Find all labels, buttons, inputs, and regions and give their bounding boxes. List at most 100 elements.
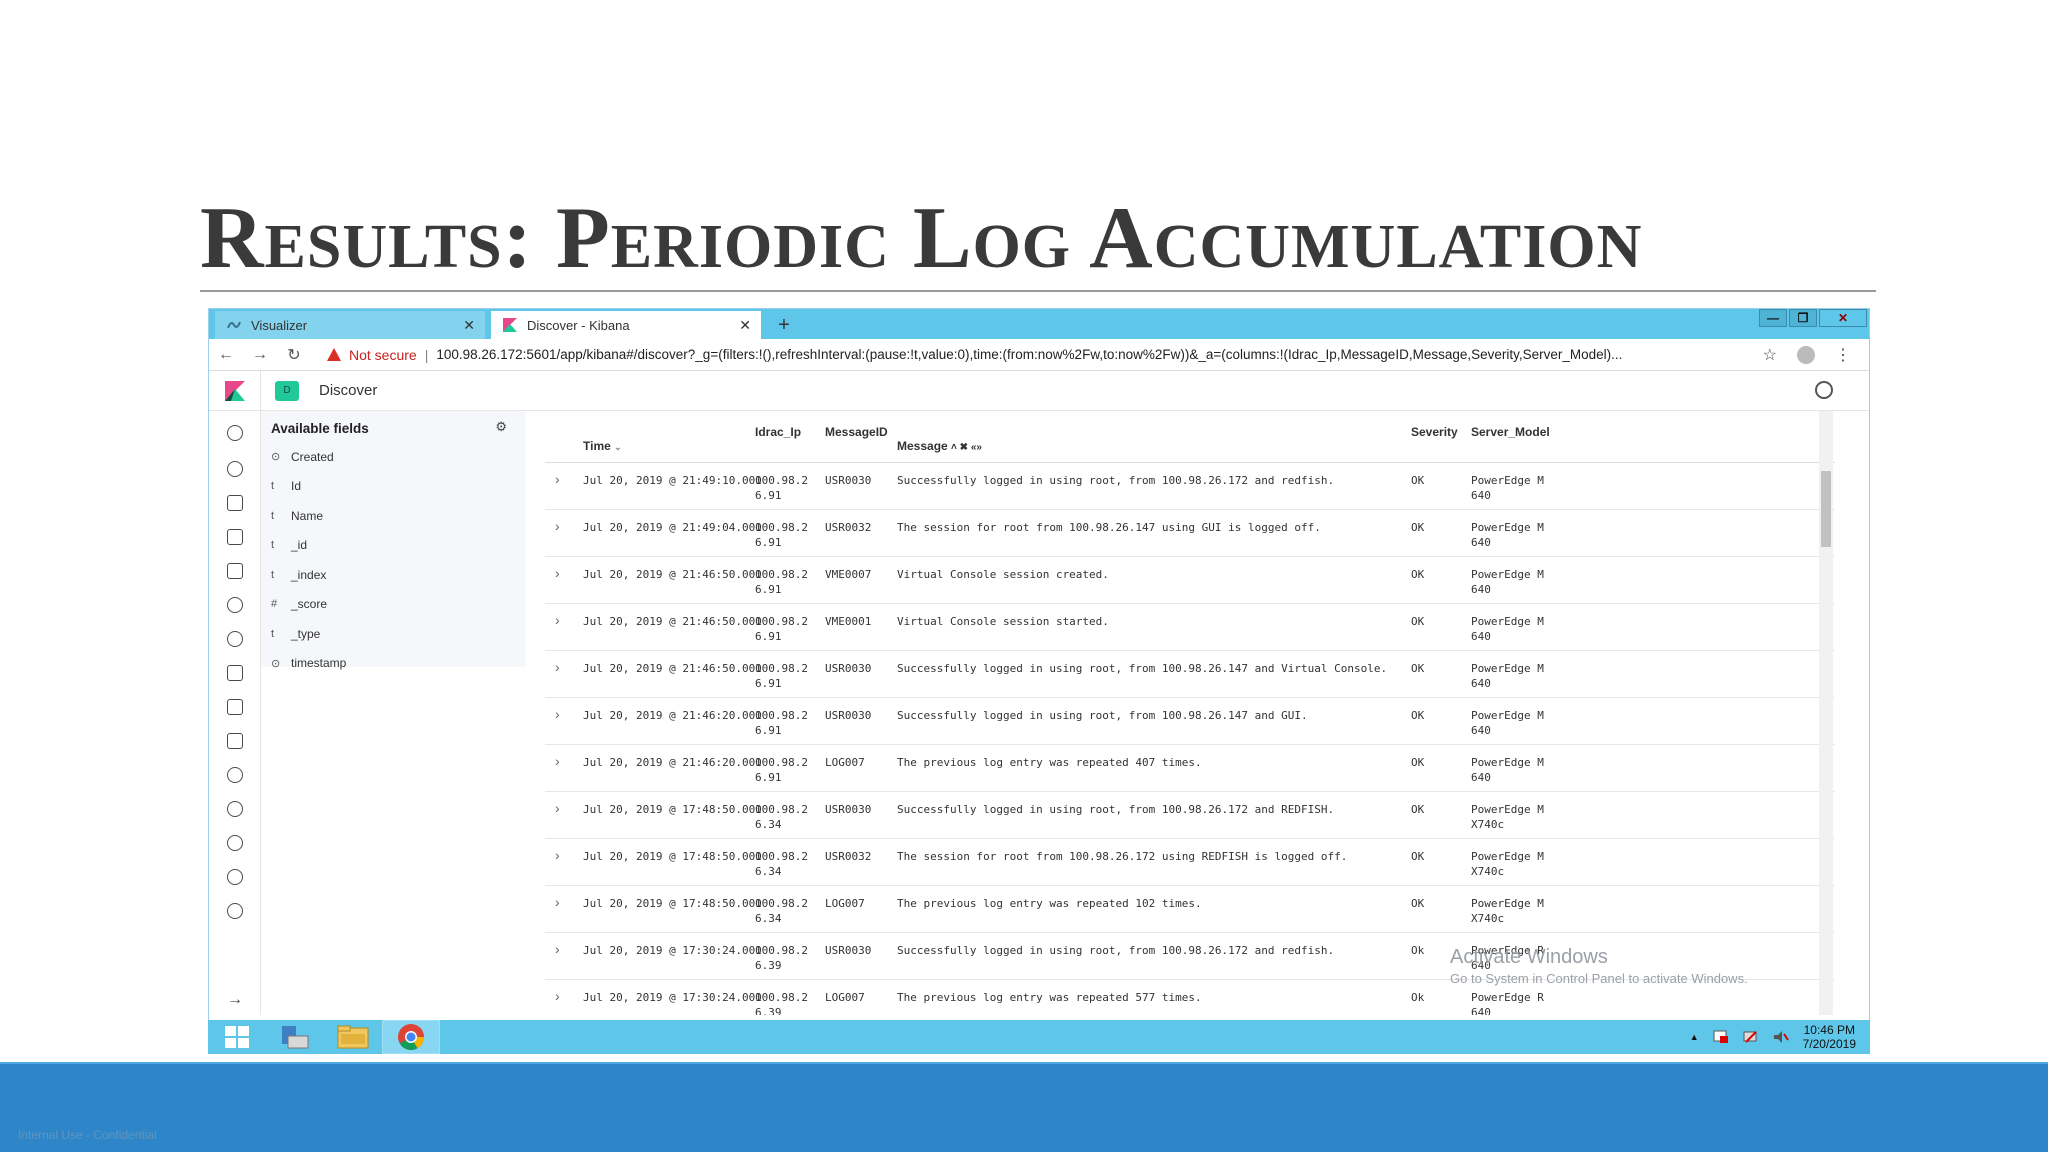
- dev-tools-icon[interactable]: [227, 835, 243, 851]
- expand-row-chevron-icon[interactable]: ›: [555, 894, 560, 910]
- help-menu-icon[interactable]: [1815, 381, 1833, 399]
- table-row[interactable]: › Jul 20, 2019 @ 21:46:50.000 100.98.2 6.91…: [545, 604, 1835, 651]
- dashboard-icon[interactable]: [227, 529, 243, 545]
- cell-server-model-line2: X740c: [1471, 865, 1505, 878]
- cell-message-id: LOG007: [825, 897, 865, 910]
- sort-icon[interactable]: ⌄: [614, 442, 622, 452]
- expand-row-chevron-icon[interactable]: ›: [555, 518, 560, 534]
- cell-server-model: PowerEdge M X740c: [1471, 896, 1544, 926]
- logs-icon[interactable]: [227, 699, 243, 715]
- apm-icon[interactable]: [227, 733, 243, 749]
- cell-server-model-line1: PowerEdge M: [1471, 897, 1544, 910]
- table-row[interactable]: › Jul 20, 2019 @ 21:46:20.000 100.98.2 6.91…: [545, 698, 1835, 745]
- expand-row-chevron-icon[interactable]: ›: [555, 800, 560, 816]
- cell-idrac-ip: 100.98.2 6.91: [755, 661, 808, 691]
- results-scrollbar[interactable]: [1819, 411, 1833, 1015]
- table-row[interactable]: › Jul 20, 2019 @ 17:48:50.000 100.98.2 6.34…: [545, 792, 1835, 839]
- profile-avatar[interactable]: [1797, 345, 1815, 364]
- monitoring-heart-icon[interactable]: [227, 869, 243, 885]
- tab-discover-kibana[interactable]: Discover - Kibana ✕: [491, 311, 761, 339]
- cell-message-id: USR0030: [825, 474, 872, 487]
- cell-server-model-line2: 640: [1471, 677, 1491, 690]
- back-button[interactable]: ←: [209, 346, 243, 364]
- forward-button[interactable]: →: [243, 346, 277, 364]
- expand-row-chevron-icon[interactable]: ›: [555, 847, 560, 863]
- uptime-icon[interactable]: [227, 767, 243, 783]
- machine-learning-icon[interactable]: [227, 631, 243, 647]
- cell-idrac-ip-line2: 6.91: [755, 489, 782, 502]
- taskbar-clock[interactable]: 10:46 PM 7/20/2019: [1803, 1023, 1856, 1051]
- tab-visualizer[interactable]: Visualizer ✕: [215, 311, 485, 339]
- expand-row-chevron-icon[interactable]: ›: [555, 565, 560, 581]
- url-input[interactable]: 100.98.26.172:5601/app/kibana#/discover?…: [436, 347, 1736, 362]
- column-controls-icon[interactable]: ˄ ✖ «»: [951, 442, 982, 453]
- bookmark-star-icon[interactable]: ☆: [1763, 345, 1777, 365]
- minimize-button[interactable]: —: [1759, 309, 1787, 327]
- cell-server-model: PowerEdge M 640: [1471, 520, 1544, 550]
- cell-idrac-ip: 100.98.2 6.91: [755, 473, 808, 503]
- table-row[interactable]: › Jul 20, 2019 @ 17:48:50.000 100.98.2 6.34…: [545, 886, 1835, 933]
- new-tab-button[interactable]: +: [769, 311, 799, 339]
- field-item[interactable]: ⊙ Created: [261, 442, 525, 472]
- cell-server-model: PowerEdge M 640: [1471, 473, 1544, 503]
- table-row[interactable]: › Jul 20, 2019 @ 21:46:20.000 100.98.2 6.91…: [545, 745, 1835, 792]
- field-name: _score: [291, 597, 328, 612]
- table-row[interactable]: › Jul 20, 2019 @ 17:48:50.000 100.98.2 6.34…: [545, 839, 1835, 886]
- collapse-nav-icon[interactable]: →: [227, 991, 243, 1009]
- fields-settings-gear-icon[interactable]: ⚙: [495, 419, 507, 435]
- infrastructure-icon[interactable]: [227, 665, 243, 681]
- cell-server-model-line2: X740c: [1471, 818, 1505, 831]
- expand-row-chevron-icon[interactable]: ›: [555, 612, 560, 628]
- cell-idrac-ip-line2: 6.91: [755, 630, 782, 643]
- discover-compass-icon[interactable]: [227, 461, 243, 477]
- expand-row-chevron-icon[interactable]: ›: [555, 471, 560, 487]
- expand-row-chevron-icon[interactable]: ›: [555, 753, 560, 769]
- table-row[interactable]: › Jul 20, 2019 @ 21:49:10.000 100.98.2 6.91…: [545, 463, 1835, 510]
- server-manager-icon: [282, 1026, 309, 1049]
- column-header-server-model[interactable]: Server_Model: [1471, 425, 1550, 439]
- cell-severity: OK: [1411, 521, 1425, 534]
- column-header-message-id[interactable]: MessageID: [825, 425, 888, 439]
- start-button[interactable]: [208, 1020, 266, 1054]
- tab-close-icon[interactable]: ✕: [463, 317, 475, 334]
- reload-button[interactable]: ↻: [277, 345, 311, 365]
- column-header-message[interactable]: Message ˄ ✖ «»: [897, 439, 982, 453]
- field-item[interactable]: t Id: [261, 472, 525, 502]
- column-header-severity[interactable]: Severity: [1411, 425, 1458, 439]
- expand-row-chevron-icon[interactable]: ›: [555, 988, 560, 1004]
- close-window-button[interactable]: ✕: [1819, 309, 1867, 327]
- recently-viewed-icon[interactable]: [227, 425, 243, 441]
- graph-icon[interactable]: [227, 801, 243, 817]
- field-item[interactable]: # _score: [261, 590, 525, 620]
- field-item[interactable]: t _index: [261, 560, 525, 590]
- field-item[interactable]: t _type: [261, 619, 525, 649]
- tray-overflow-icon[interactable]: ▲: [1690, 1032, 1699, 1042]
- expand-row-chevron-icon[interactable]: ›: [555, 941, 560, 957]
- table-row[interactable]: › Jul 20, 2019 @ 21:46:50.000 100.98.2 6.91…: [545, 557, 1835, 604]
- column-header-idrac-ip[interactable]: Idrac_Ip: [755, 425, 801, 439]
- field-item[interactable]: t Name: [261, 501, 525, 531]
- server-manager-button[interactable]: [266, 1020, 324, 1054]
- table-row[interactable]: › Jul 20, 2019 @ 21:49:04.000 100.98.2 6.91…: [545, 510, 1835, 557]
- tab-close-icon[interactable]: ✕: [739, 317, 751, 334]
- visualize-icon[interactable]: [227, 495, 243, 511]
- field-item[interactable]: ⊙ timestamp: [261, 649, 525, 679]
- restore-button[interactable]: ❐: [1789, 309, 1817, 327]
- not-secure-label[interactable]: Not secure: [349, 347, 417, 363]
- expand-row-chevron-icon[interactable]: ›: [555, 706, 560, 722]
- column-header-time[interactable]: Time ⌄: [583, 439, 622, 453]
- space-badge[interactable]: D: [275, 380, 299, 401]
- cell-message: The previous log entry was repeated 407 …: [897, 756, 1202, 769]
- scrollbar-thumb[interactable]: [1821, 471, 1831, 547]
- canvas-icon[interactable]: [227, 563, 243, 579]
- file-explorer-button[interactable]: [324, 1020, 382, 1054]
- chrome-taskbar-button[interactable]: [382, 1020, 440, 1054]
- maps-icon[interactable]: [227, 597, 243, 613]
- field-item[interactable]: t _id: [261, 531, 525, 561]
- browser-menu-icon[interactable]: ⋮: [1835, 345, 1851, 365]
- table-row[interactable]: › Jul 20, 2019 @ 21:46:50.000 100.98.2 6.91…: [545, 651, 1835, 698]
- cell-idrac-ip-line1: 100.98.2: [755, 615, 808, 628]
- kibana-logo-icon[interactable]: [209, 370, 261, 411]
- management-gear-icon[interactable]: [227, 903, 243, 919]
- expand-row-chevron-icon[interactable]: ›: [555, 659, 560, 675]
